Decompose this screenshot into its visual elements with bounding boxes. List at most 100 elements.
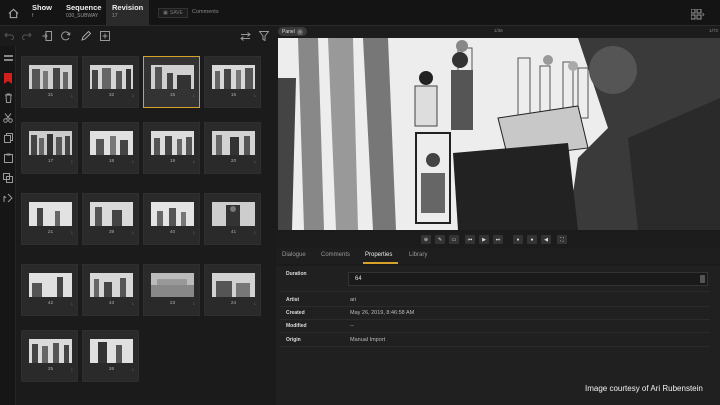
save-button[interactable]: ▣ SAVE (158, 8, 188, 18)
panel-selector[interactable]: Panel × (278, 27, 307, 36)
undo-icon (4, 32, 14, 40)
panel-card[interactable]: 40 1 (143, 193, 200, 245)
grid-icon (690, 8, 705, 20)
delete-button[interactable] (2, 92, 14, 104)
panel-card[interactable]: 18 1 (82, 122, 139, 174)
copy-button[interactable] (2, 132, 14, 144)
layout-grid-button[interactable] (690, 7, 705, 25)
created-row: Created May 26, 2019, 8:46:58 AM (280, 307, 710, 320)
tab-properties[interactable]: Properties (365, 252, 392, 258)
copy-icon (3, 133, 13, 143)
panel-card[interactable]: 31 1 (21, 56, 78, 108)
draw-button[interactable] (80, 30, 92, 42)
left-toolbar (0, 26, 16, 405)
frame-button[interactable]: ▭ (449, 235, 459, 244)
panel-card[interactable]: 17 1 (21, 122, 78, 174)
frame-icon: ▭ (451, 236, 457, 243)
storyboard-canvas[interactable] (278, 38, 720, 230)
redo-button[interactable] (21, 30, 33, 42)
volume-button[interactable]: ◀ (541, 235, 551, 244)
panel-card[interactable]: 20 1 (204, 122, 261, 174)
panel-thumbnail (212, 273, 255, 297)
panel-tabs: Dialogue Comments Properties Library (276, 248, 720, 264)
duration-stepper[interactable] (700, 275, 705, 283)
record-audio-button[interactable]: ♦ (513, 235, 523, 244)
home-button[interactable] (4, 4, 22, 22)
panel-card[interactable]: 32 2 (82, 56, 139, 108)
breadcrumb-show[interactable]: Show f (32, 3, 52, 19)
pencil-icon (81, 31, 91, 41)
fullscreen-button[interactable]: ⛶ (557, 235, 567, 244)
panel-card[interactable]: 23 1 (143, 264, 200, 316)
redo-icon (22, 32, 32, 40)
refresh-button[interactable] (60, 30, 72, 42)
zoom-icon: ⊕ (423, 236, 429, 243)
panel-card[interactable]: 26 1 (82, 330, 139, 382)
insert-panel-button[interactable] (41, 30, 53, 42)
panel-thumbnail (90, 65, 133, 89)
panel-card[interactable]: 43 1 (82, 264, 139, 316)
duplicate-button[interactable] (2, 172, 14, 184)
new-panel-button[interactable] (99, 30, 111, 42)
breadcrumb-sequence[interactable]: Sequence 030_SUBWAY (66, 3, 101, 19)
menu-icon (3, 55, 13, 61)
panel-thumbnail (29, 131, 72, 155)
duration-input[interactable]: 64 (348, 272, 708, 286)
skip-forward-button[interactable]: ⏭ (493, 235, 503, 244)
panel-thumbnail (151, 65, 194, 89)
close-icon: × (296, 28, 303, 35)
loop-button[interactable]: ● (527, 235, 537, 244)
panel-thumbnail (29, 273, 72, 297)
origin-row: Origin Manual Import (280, 334, 710, 347)
layers-icon (3, 173, 13, 183)
breadcrumb-revision[interactable]: Revision 17 (106, 0, 150, 26)
panel-card[interactable]: 25 1 (21, 330, 78, 382)
mic-icon: ♦ (516, 236, 520, 243)
pencil-icon: ✎ (437, 236, 443, 243)
panel-menu-button[interactable] (2, 52, 14, 64)
panel-thumbnail (29, 202, 72, 226)
board-toolbar (0, 26, 275, 46)
skip-back-button[interactable]: ⏮ (465, 235, 475, 244)
cut-button[interactable] (2, 112, 14, 124)
panel-card[interactable]: 42 1 (21, 264, 78, 316)
comments-button[interactable]: Comments (192, 9, 219, 15)
panel-thumbnail (90, 202, 133, 226)
panel-thumbnail (212, 65, 255, 89)
marker-button[interactable] (2, 72, 14, 84)
viewer-header: Panel × 1/36 1/72 (276, 26, 720, 38)
duration-row: Duration 64 (280, 268, 710, 292)
tab-library[interactable]: Library (409, 252, 427, 258)
panel-card[interactable]: 21 1 (21, 193, 78, 245)
scissors-icon (3, 113, 13, 123)
tab-comments[interactable]: Comments (321, 252, 350, 258)
storyboard-drawing (278, 38, 720, 230)
panel-thumbnail (90, 273, 133, 297)
panel-thumbnail (151, 273, 194, 297)
artist-row: Artist ari (280, 294, 710, 307)
panel-card-selected[interactable]: 15 1 (143, 56, 200, 108)
panel-thumbnail (151, 202, 194, 226)
transfer-button[interactable] (2, 192, 14, 204)
swap-button[interactable] (239, 30, 251, 42)
panel-card[interactable]: 41 1 (204, 193, 261, 245)
play-button[interactable]: ▶ (479, 235, 489, 244)
edit-button[interactable]: ✎ (435, 235, 445, 244)
panel-thumbnail (29, 339, 72, 363)
image-credit: Image courtesy of Ari Rubenstein (585, 384, 703, 393)
panel-card[interactable]: 19 1 (143, 122, 200, 174)
insert-icon (42, 31, 52, 41)
undo-button[interactable] (3, 30, 15, 42)
modified-row: Modified -- (280, 320, 710, 333)
import-icon (3, 193, 13, 203)
refresh-icon (61, 31, 71, 41)
play-icon: ▶ (482, 236, 486, 243)
filter-button[interactable] (258, 30, 270, 42)
tab-dialogue[interactable]: Dialogue (282, 252, 306, 258)
panel-card[interactable]: 24 1 (204, 264, 261, 316)
paste-button[interactable] (2, 152, 14, 164)
zoom-button[interactable]: ⊕ (421, 235, 431, 244)
panel-card[interactable]: 39 1 (82, 193, 139, 245)
clipboard-icon (3, 153, 13, 163)
panel-card[interactable]: 16 1 (204, 56, 261, 108)
